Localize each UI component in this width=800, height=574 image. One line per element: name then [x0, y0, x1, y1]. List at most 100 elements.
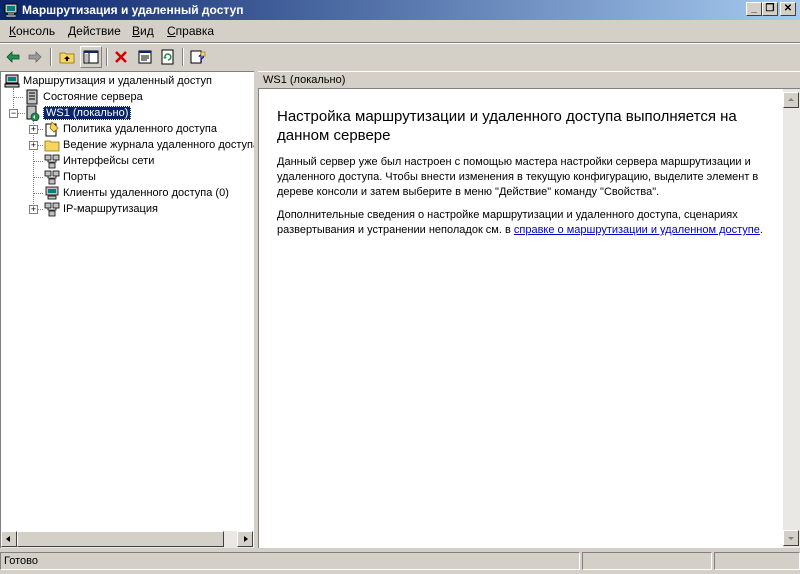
status-bar: Готово	[0, 550, 800, 574]
tree-item-ports[interactable]: Порты	[44, 169, 96, 185]
arrow-right-icon	[244, 536, 248, 542]
collapse-toggle[interactable]: −	[9, 109, 18, 118]
expand-toggle[interactable]: +	[29, 125, 38, 134]
restore-button[interactable]: ❐	[762, 2, 778, 16]
show-hide-tree-icon	[83, 50, 99, 64]
routing-root-icon	[4, 74, 20, 88]
toolbar-separator	[50, 48, 52, 66]
scroll-left-button[interactable]	[1, 531, 17, 547]
menu-action-accel: Д	[68, 24, 77, 38]
details-header-title: WS1 (локально)	[263, 74, 346, 86]
server-status-icon	[26, 89, 38, 105]
status-panel-main: Готово	[0, 552, 580, 570]
clients-icon	[45, 186, 59, 200]
tree-item-label: Маршрутизация и удаленный доступ	[23, 75, 212, 87]
properties-button[interactable]	[134, 46, 156, 68]
forward-arrow-icon	[28, 51, 42, 63]
tree-line	[33, 161, 43, 162]
show-hide-tree-button[interactable]	[80, 46, 102, 68]
help-text-end: .	[759, 224, 763, 236]
toolbar-separator	[182, 48, 184, 66]
status-text: Готово	[4, 555, 38, 567]
tree-item-server-status[interactable]: Состояние сервера	[24, 89, 143, 105]
tree-item-label: Состояние сервера	[43, 91, 143, 103]
details-pane: Настройка маршрутизации и удаленного дос…	[258, 89, 783, 548]
menu-action-label: ействие	[76, 24, 121, 38]
status-panel	[714, 552, 800, 570]
title-bar[interactable]: Маршрутизация и удаленный доступ _ ❐ ✕	[0, 0, 800, 20]
tree-item-label: WS1 (локально)	[43, 106, 132, 120]
tree-item-label: Интерфейсы сети	[63, 155, 155, 167]
delete-button[interactable]	[110, 46, 132, 68]
up-folder-icon	[59, 52, 75, 64]
arrow-down-icon	[788, 537, 794, 540]
close-button[interactable]: ✕	[780, 2, 796, 16]
tree-line	[13, 97, 23, 98]
tree-item-ip-routing[interactable]: IP-маршрутизация	[44, 201, 158, 217]
arrow-left-icon	[6, 536, 10, 542]
scroll-down-button[interactable]	[783, 530, 799, 546]
server-icon	[26, 105, 40, 121]
window-title: Маршрутизация и удаленный доступ	[22, 3, 244, 17]
tree-item-label: Ведение журнала удаленного доступа	[63, 139, 254, 151]
up-level-button[interactable]	[56, 46, 78, 68]
refresh-icon	[161, 49, 174, 65]
arrow-up-icon	[788, 98, 794, 101]
menu-view[interactable]: Вид	[132, 24, 154, 38]
back-arrow-icon	[6, 51, 20, 63]
toolbar: ?	[0, 44, 800, 70]
expand-toggle[interactable]: +	[29, 205, 38, 214]
menu-action[interactable]: Действие	[68, 24, 121, 38]
help-button[interactable]: ?	[187, 46, 209, 68]
tree-item-label: IP-маршрутизация	[63, 203, 158, 215]
tree-item-root[interactable]: Маршрутизация и удаленный доступ	[4, 73, 212, 89]
folder-icon	[44, 140, 60, 152]
status-panel	[582, 552, 712, 570]
toolbar-separator	[106, 48, 108, 66]
menu-help-accel: С	[167, 24, 176, 38]
back-button[interactable]	[2, 46, 24, 68]
tree-item-network-interfaces[interactable]: Интерфейсы сети	[44, 153, 154, 169]
tree-item-remote-access-policy[interactable]: Политика удаленного доступа	[44, 121, 217, 137]
tree-line	[33, 193, 43, 194]
network-interfaces-icon	[44, 154, 60, 169]
delete-icon	[115, 51, 127, 63]
expand-toggle[interactable]: +	[29, 141, 38, 150]
details-heading: Настройка маршрутизации и удаленного дос…	[277, 108, 737, 144]
tree-item-label: Порты	[63, 171, 96, 183]
menu-view-accel: В	[132, 24, 141, 38]
details-paragraph: Данный сервер уже был настроен с помощью…	[277, 156, 759, 198]
policy-icon	[45, 121, 59, 137]
help-icon: ?	[190, 50, 206, 65]
menu-console-label: онсоль	[16, 24, 56, 38]
console-tree[interactable]: Маршрутизация и удаленный доступ Состоян…	[0, 71, 254, 548]
scroll-up-button[interactable]	[783, 92, 799, 108]
forward-button[interactable]	[24, 46, 46, 68]
tree-item-remote-access-clients[interactable]: Клиенты удаленного доступа (0)	[44, 185, 229, 201]
tree-horizontal-scrollbar[interactable]	[1, 531, 253, 548]
tree-item-label: Клиенты удаленного доступа (0)	[63, 187, 229, 199]
menu-help[interactable]: Справка	[167, 24, 214, 38]
routing-app-icon	[4, 3, 18, 18]
tree-item-server[interactable]: WS1 (локально)	[24, 105, 132, 121]
menu-bar: Консоль Действие Вид Справка	[0, 21, 800, 41]
details-content: Настройка маршрутизации и удаленного дос…	[277, 107, 767, 246]
menu-help-label: правка	[175, 24, 215, 38]
tree-item-label: Политика удаленного доступа	[63, 123, 217, 135]
ip-routing-icon	[44, 202, 60, 217]
tree-item-remote-access-logging[interactable]: Ведение журнала удаленного доступа	[44, 137, 254, 153]
menu-view-label: ид	[140, 24, 154, 38]
scroll-thumb[interactable]	[17, 531, 224, 547]
help-link[interactable]: справке о маршрутизации и удаленном дост…	[514, 224, 760, 236]
refresh-button[interactable]	[157, 46, 179, 68]
menu-console[interactable]: Консоль	[9, 24, 55, 38]
menu-console-accel: К	[9, 24, 16, 38]
properties-icon	[138, 50, 152, 64]
tree-line	[33, 177, 43, 178]
scroll-right-button[interactable]	[237, 531, 253, 547]
minimize-button[interactable]: _	[746, 2, 762, 16]
ports-icon	[44, 170, 60, 185]
details-vertical-scrollbar[interactable]	[783, 89, 800, 548]
details-header: WS1 (локально)	[258, 71, 800, 89]
details-paragraph-help: Дополнительные сведения о настройке марш…	[277, 208, 767, 238]
